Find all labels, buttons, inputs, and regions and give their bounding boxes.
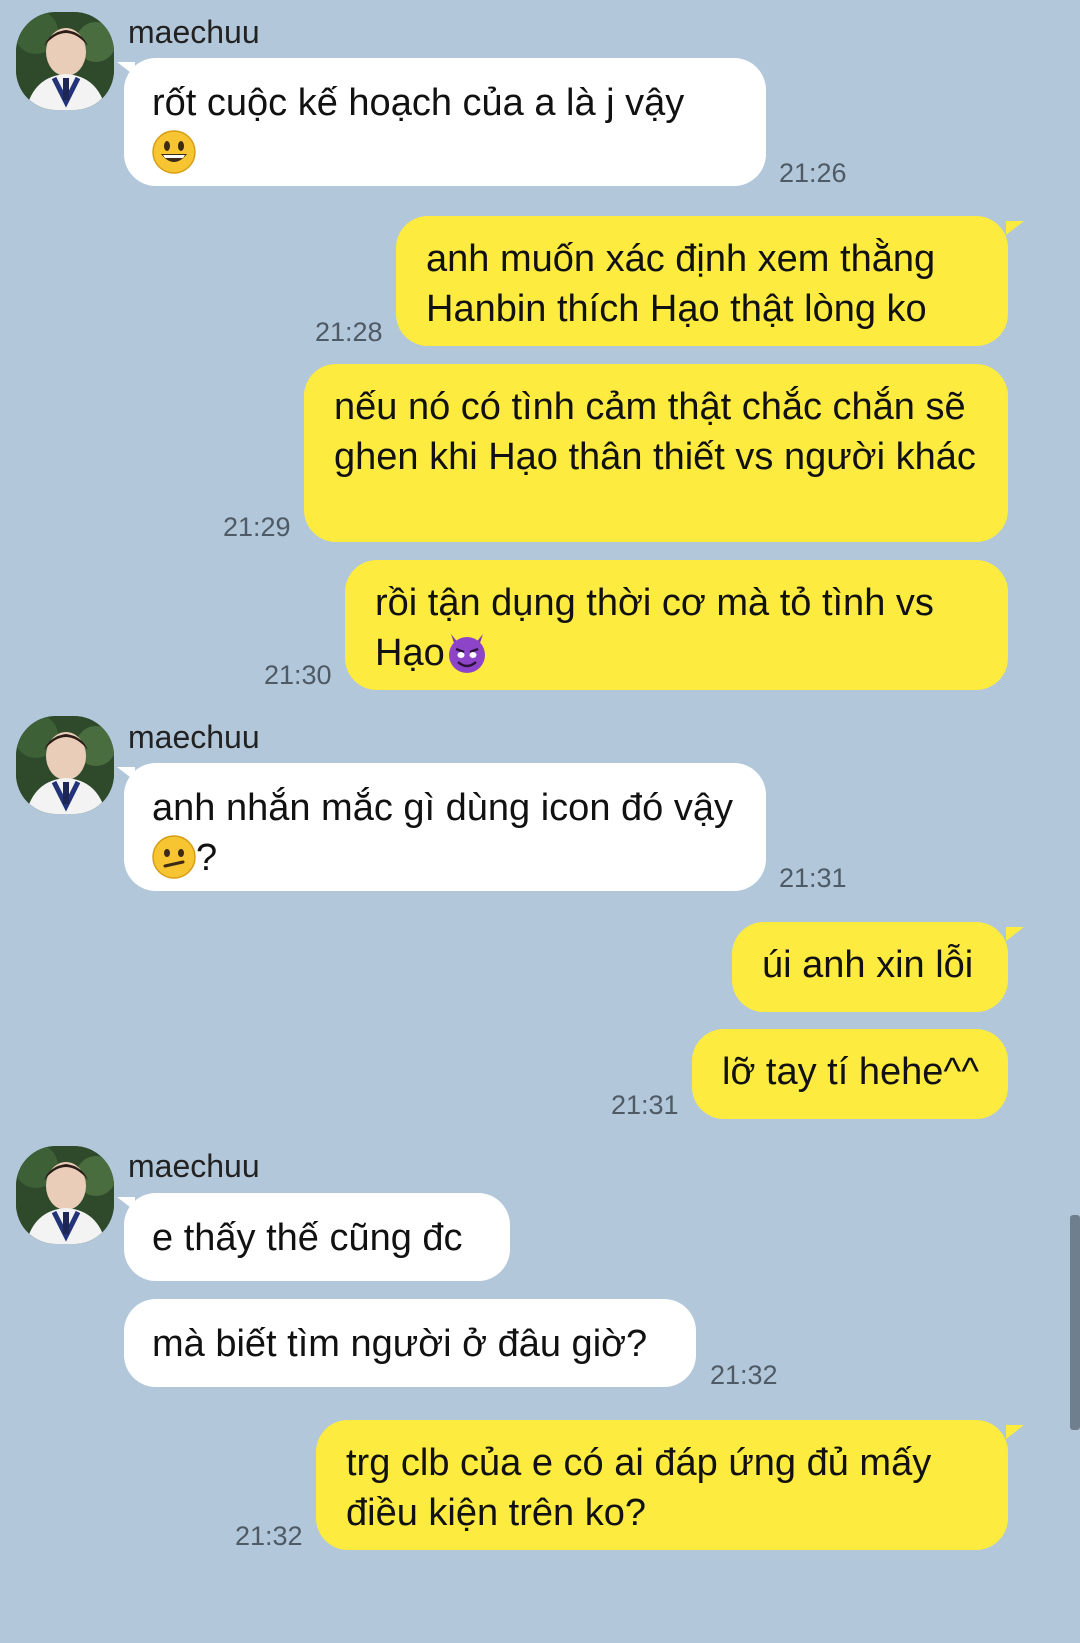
message-text: e thấy thế cũng đc xyxy=(152,1217,463,1259)
message-timestamp: 21:29 xyxy=(223,512,291,542)
sender-name: maechuu xyxy=(128,14,260,50)
message-timestamp: 21:31 xyxy=(779,863,847,893)
message-text: anh muốn xác định xem thằng Hanbin thích… xyxy=(426,238,936,330)
message-timestamp: 21:30 xyxy=(264,660,332,690)
avatar-image xyxy=(16,12,114,110)
message-timestamp: 21:28 xyxy=(315,317,383,347)
confused-face-icon xyxy=(152,835,196,879)
grinning-face-icon xyxy=(152,130,196,174)
message-timestamp: 21:32 xyxy=(235,1521,303,1551)
scrollbar-thumb[interactable] xyxy=(1070,1215,1080,1430)
avatar-image xyxy=(16,716,114,814)
outgoing-message[interactable]: úi anh xin lỗi xyxy=(732,922,1008,1012)
message-text: úi anh xin lỗi xyxy=(762,944,974,986)
bubble-tail xyxy=(1006,1425,1024,1439)
bubble-tail xyxy=(1006,221,1024,235)
message-text-suffix: ? xyxy=(196,837,218,879)
outgoing-message[interactable]: lỡ tay tí hehe^^ xyxy=(692,1029,1008,1119)
message-text: mà biết tìm người ở đâu giờ? xyxy=(152,1323,648,1365)
message-timestamp: 21:32 xyxy=(710,1360,778,1390)
message-text: nếu nó có tình cảm thật chắc chắn sẽ ghe… xyxy=(334,386,976,478)
smiling-devil-icon xyxy=(448,633,485,673)
avatar-image xyxy=(16,1146,114,1244)
outgoing-message[interactable]: anh muốn xác định xem thằng Hanbin thích… xyxy=(396,216,1008,346)
incoming-message[interactable]: anh nhắn mắc gì dùng icon đó vậy ? xyxy=(124,763,766,891)
incoming-message[interactable]: rốt cuộc kế hoạch của a là j vậy xyxy=(124,58,766,186)
message-timestamp: 21:26 xyxy=(779,158,847,188)
message-text: rốt cuộc kế hoạch của a là j vậy xyxy=(152,82,685,124)
bubble-tail xyxy=(1006,927,1024,941)
incoming-message[interactable]: mà biết tìm người ở đâu giờ? xyxy=(124,1299,696,1387)
message-text: lỡ tay tí hehe^^ xyxy=(722,1051,980,1093)
sender-avatar[interactable] xyxy=(16,12,114,110)
sender-avatar[interactable] xyxy=(16,1146,114,1244)
outgoing-message[interactable]: trg clb của e có ai đáp ứng đủ mấy điều … xyxy=(316,1420,1008,1550)
message-text: trg clb của e có ai đáp ứng đủ mấy điều … xyxy=(346,1442,932,1534)
sender-name: maechuu xyxy=(128,719,260,755)
outgoing-message[interactable]: nếu nó có tình cảm thật chắc chắn sẽ ghe… xyxy=(304,364,1008,542)
outgoing-message[interactable]: rồi tận dụng thời cơ mà tỏ tình vs Hạo xyxy=(345,560,1008,690)
incoming-message[interactable]: e thấy thế cũng đc xyxy=(124,1193,510,1281)
sender-avatar[interactable] xyxy=(16,716,114,814)
chat-view[interactable]: maechuu rốt cuộc kế hoạch của a là j vậy… xyxy=(0,0,1080,1643)
message-timestamp: 21:31 xyxy=(611,1090,679,1120)
message-text: anh nhắn mắc gì dùng icon đó vậy xyxy=(152,787,733,829)
sender-name: maechuu xyxy=(128,1148,260,1184)
